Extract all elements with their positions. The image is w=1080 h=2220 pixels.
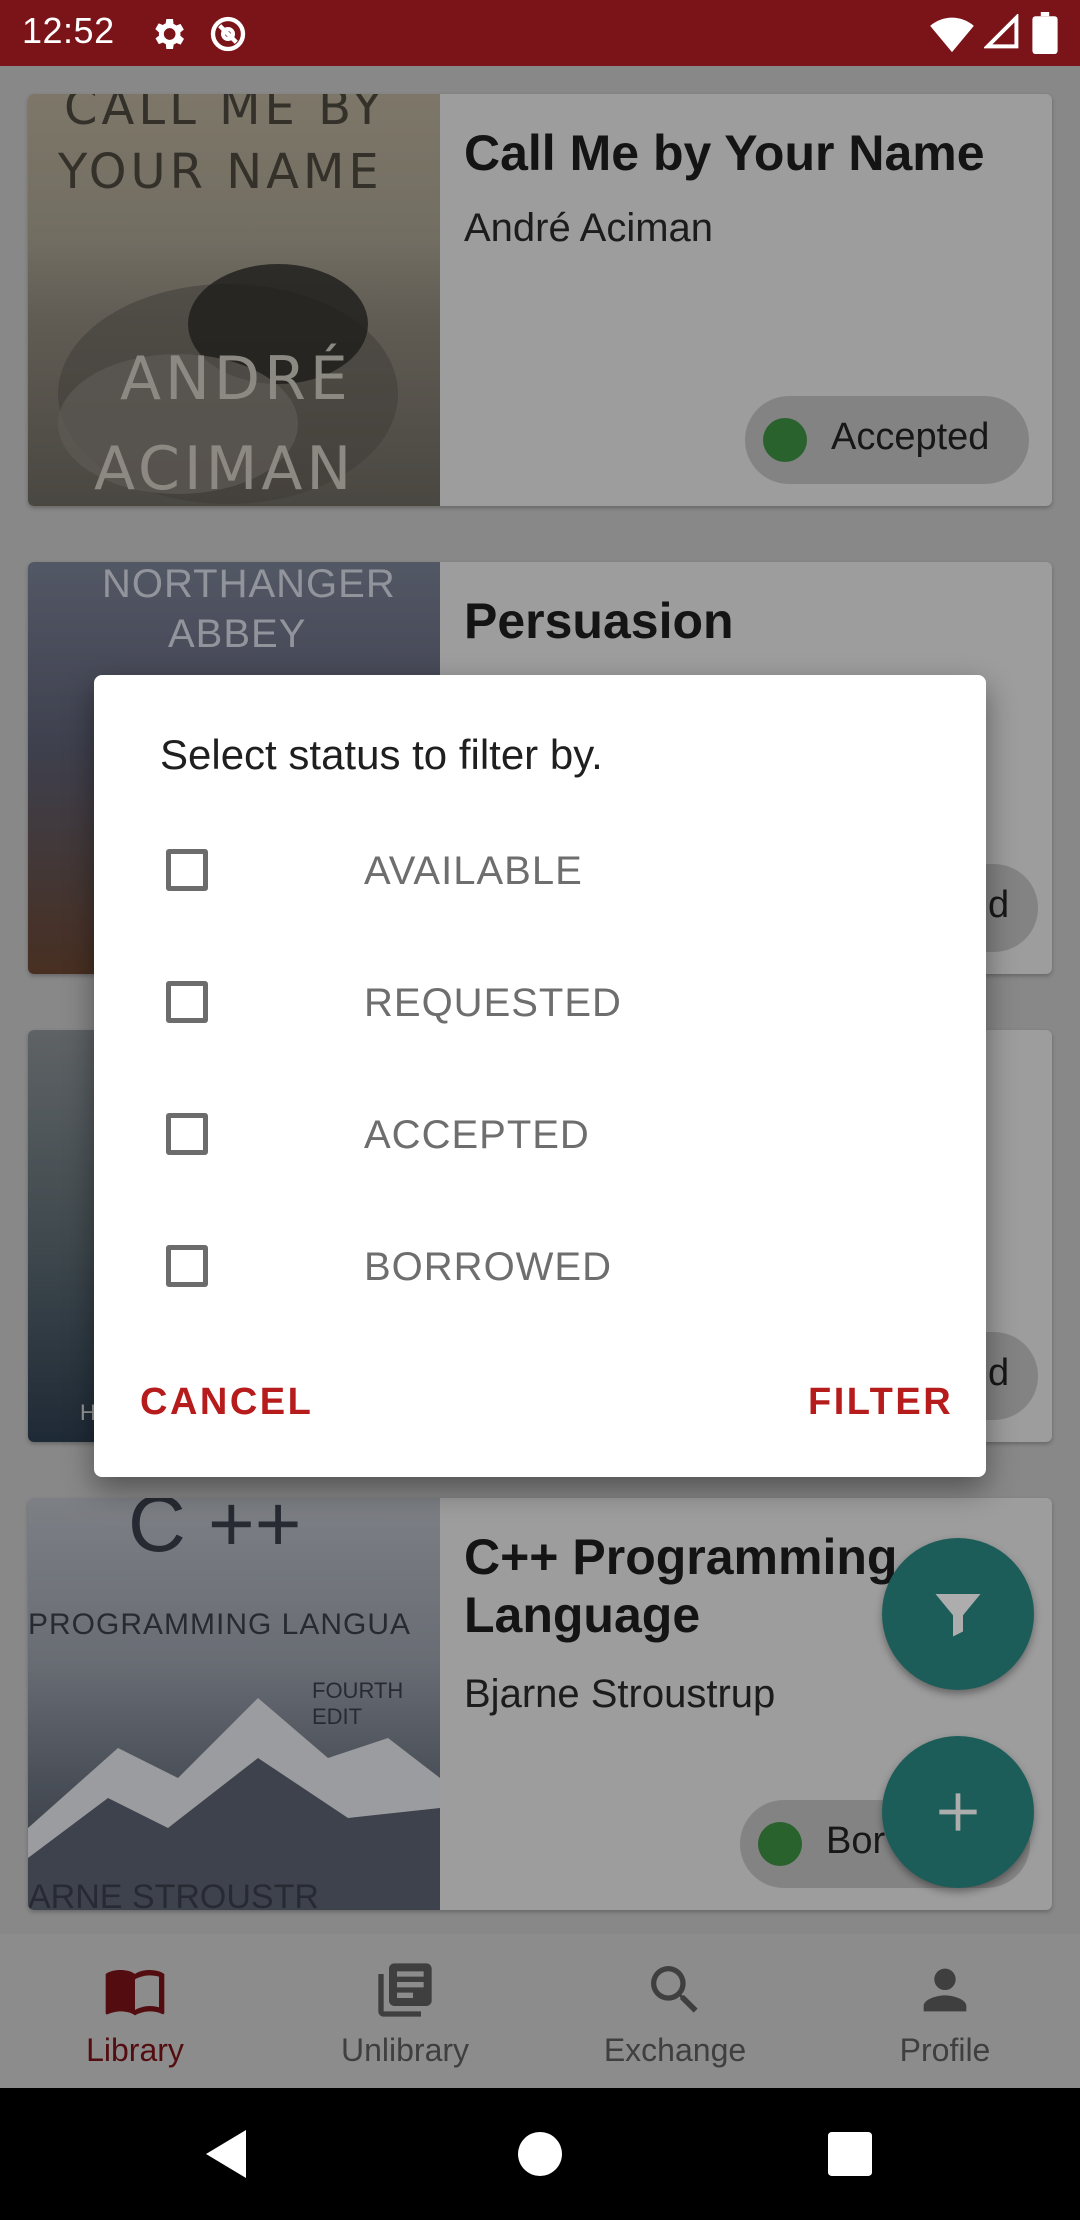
filter-option-accepted[interactable]: ACCEPTED <box>166 1089 926 1199</box>
settings-icon <box>155 19 184 49</box>
filter-button[interactable]: FILTER <box>808 1381 953 1424</box>
battery-icon <box>1032 12 1058 54</box>
status-time: 12:52 <box>22 10 115 51</box>
dialog-title: Select status to filter by. <box>160 731 603 778</box>
option-label: REQUESTED <box>364 981 622 1025</box>
status-bar: 12:52 <box>0 0 1080 66</box>
checkbox[interactable] <box>166 1113 208 1155</box>
option-label: BORROWED <box>364 1245 612 1289</box>
data-saver-icon <box>210 16 246 52</box>
system-nav-bar <box>0 2088 1080 2220</box>
option-label: AVAILABLE <box>364 849 583 893</box>
wifi-icon <box>930 17 974 53</box>
checkbox[interactable] <box>166 849 208 891</box>
recents-icon[interactable] <box>828 2132 872 2176</box>
filter-option-requested[interactable]: REQUESTED <box>166 957 926 1067</box>
filter-option-available[interactable]: AVAILABLE <box>166 825 926 935</box>
back-icon[interactable] <box>202 2128 250 2180</box>
filter-dialog: Select status to filter by. AVAILABLE RE… <box>94 675 986 1477</box>
cancel-button[interactable]: CANCEL <box>140 1381 313 1424</box>
option-label: ACCEPTED <box>364 1113 590 1157</box>
cellular-signal-icon <box>984 14 1019 49</box>
filter-option-borrowed[interactable]: BORROWED <box>166 1221 926 1331</box>
checkbox[interactable] <box>166 1245 208 1287</box>
home-icon[interactable] <box>518 2132 562 2176</box>
checkbox[interactable] <box>166 981 208 1023</box>
